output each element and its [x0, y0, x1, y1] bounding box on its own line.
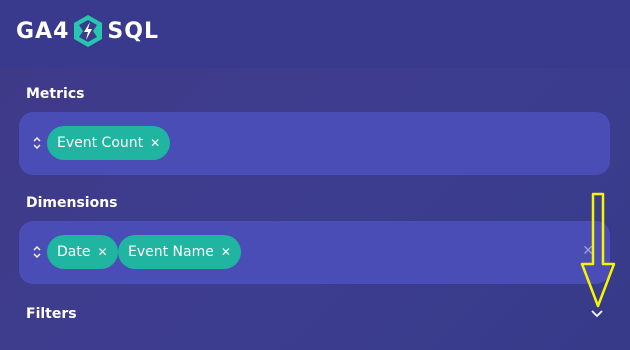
remove-icon[interactable]: ✕	[97, 246, 107, 258]
chip-label: Event Count	[57, 135, 144, 151]
metrics-label: Metrics	[26, 86, 85, 102]
app-logo[interactable]: GA4 SQL	[16, 13, 159, 49]
dimensions-select[interactable]: Date ✕ Event Name ✕ ✕	[19, 221, 610, 284]
dimension-chip-date[interactable]: Date ✕	[47, 235, 118, 269]
filters-label[interactable]: Filters	[26, 306, 77, 322]
annotation-arrow	[580, 192, 616, 308]
metric-chip-event-count[interactable]: Event Count ✕	[47, 126, 171, 160]
metrics-select[interactable]: Event Count ✕	[19, 112, 610, 175]
app-header: GA4 SQL	[0, 0, 630, 68]
dimension-chip-event-name[interactable]: Event Name ✕	[118, 235, 241, 269]
chip-label: Date	[57, 244, 91, 260]
dimensions-label: Dimensions	[26, 195, 118, 211]
sort-icon	[33, 246, 41, 258]
remove-icon[interactable]: ✕	[221, 246, 231, 258]
chip-label: Event Name	[128, 244, 214, 260]
remove-icon[interactable]: ✕	[150, 137, 160, 149]
logo-text-ga4: GA4	[16, 18, 70, 44]
logo-text-sql: SQL	[107, 18, 159, 44]
logo-mark-icon	[74, 15, 103, 47]
sort-icon	[33, 137, 41, 149]
